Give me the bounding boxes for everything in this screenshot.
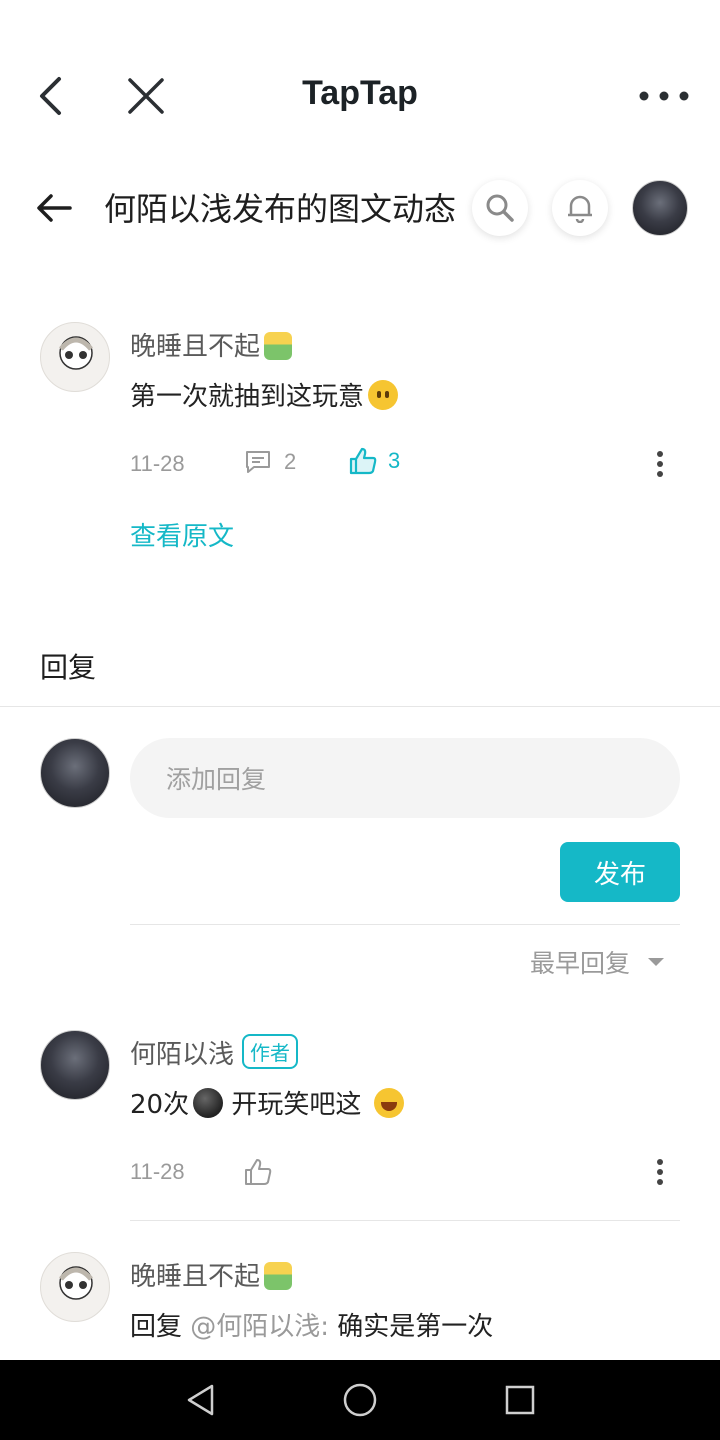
reply2-prefix: 回复 bbox=[130, 1312, 191, 1342]
reply-author-avatar[interactable] bbox=[40, 1030, 110, 1100]
reply2-mention[interactable]: @何陌以浅: bbox=[190, 1312, 329, 1342]
reply-date: 11-28 bbox=[130, 1159, 185, 1184]
search-icon bbox=[486, 194, 514, 222]
nav-recents-icon[interactable] bbox=[500, 1380, 540, 1420]
caret-down-icon bbox=[648, 958, 665, 966]
comment-count: 2 bbox=[284, 449, 297, 474]
app-title: TapTap bbox=[302, 74, 418, 112]
like-count: 3 bbox=[388, 448, 401, 473]
reply-input-placeholder: 添加回复 bbox=[166, 765, 267, 794]
reply2-author-label: 晚睡且不起 bbox=[130, 1262, 261, 1292]
bell-icon bbox=[568, 195, 592, 223]
post-author-label: 晚睡且不起 bbox=[130, 332, 261, 362]
comment-button[interactable]: 2 bbox=[244, 448, 296, 476]
sticker-icon bbox=[264, 332, 293, 360]
reply2-author-avatar[interactable] bbox=[40, 1252, 110, 1322]
like-button[interactable]: 3 bbox=[348, 446, 400, 476]
view-original-link[interactable]: 查看原文 bbox=[130, 516, 234, 553]
reply-input[interactable]: 添加回复 bbox=[130, 738, 680, 818]
replies-heading: 回复 bbox=[40, 651, 97, 684]
reply-more-icon[interactable] bbox=[646, 1154, 674, 1190]
reply-divider bbox=[130, 1220, 680, 1221]
thumbs-up-outline-icon bbox=[245, 1159, 272, 1185]
nav-back-icon[interactable] bbox=[180, 1380, 220, 1420]
post-text: 第一次就抽到这玩意 bbox=[130, 382, 365, 412]
reply2-content: 回复 @何陌以浅: 确实是第一次 bbox=[130, 1306, 493, 1343]
more-horizontal-icon[interactable] bbox=[636, 80, 692, 112]
dark-face-emoji-icon bbox=[193, 1088, 224, 1118]
laughing-emoji-icon bbox=[373, 1088, 404, 1118]
reply-text-part-2: 开玩笑吧这 bbox=[223, 1090, 370, 1120]
author-badge: 作者 bbox=[242, 1034, 299, 1069]
app-bar: TapTap bbox=[0, 0, 720, 160]
reply-like-button[interactable] bbox=[242, 1156, 274, 1188]
sort-dropdown[interactable]: 最早回复 bbox=[530, 944, 666, 980]
thumbs-up-icon bbox=[349, 447, 377, 475]
publish-button[interactable]: 发布 bbox=[560, 842, 680, 902]
reply2-text: 确实是第一次 bbox=[329, 1312, 494, 1342]
user-avatar[interactable] bbox=[632, 180, 688, 236]
search-button[interactable] bbox=[472, 180, 528, 236]
section-divider bbox=[0, 706, 720, 707]
reply2-author-name[interactable]: 晚睡且不起 bbox=[130, 1256, 293, 1293]
composer-divider bbox=[130, 924, 680, 925]
system-nav-bar bbox=[0, 1360, 720, 1440]
post-author-avatar[interactable] bbox=[40, 322, 110, 392]
neutral-face-emoji-icon bbox=[368, 380, 399, 410]
post-content: 第一次就抽到这玩意 bbox=[130, 376, 399, 413]
composer-avatar bbox=[40, 738, 110, 808]
back-arrow-icon[interactable] bbox=[34, 188, 74, 228]
reply-author-label: 何陌以浅 bbox=[130, 1040, 235, 1070]
nav-home-icon[interactable] bbox=[340, 1380, 380, 1420]
post-date: 11-28 bbox=[130, 451, 185, 476]
reply-content: 20次 开玩笑吧这 bbox=[130, 1084, 404, 1121]
sort-label: 最早回复 bbox=[530, 949, 631, 978]
post-author-name[interactable]: 晚睡且不起 bbox=[130, 326, 293, 363]
page-title: 何陌以浅发布的图文动态 bbox=[104, 190, 457, 228]
sticker-icon bbox=[264, 1262, 293, 1290]
post-more-icon[interactable] bbox=[646, 446, 674, 482]
reply-text-part-1: 20次 bbox=[130, 1090, 190, 1120]
comment-icon bbox=[246, 451, 270, 473]
reply-author-name[interactable]: 何陌以浅 作者 bbox=[130, 1034, 299, 1071]
notification-button[interactable] bbox=[552, 180, 608, 236]
